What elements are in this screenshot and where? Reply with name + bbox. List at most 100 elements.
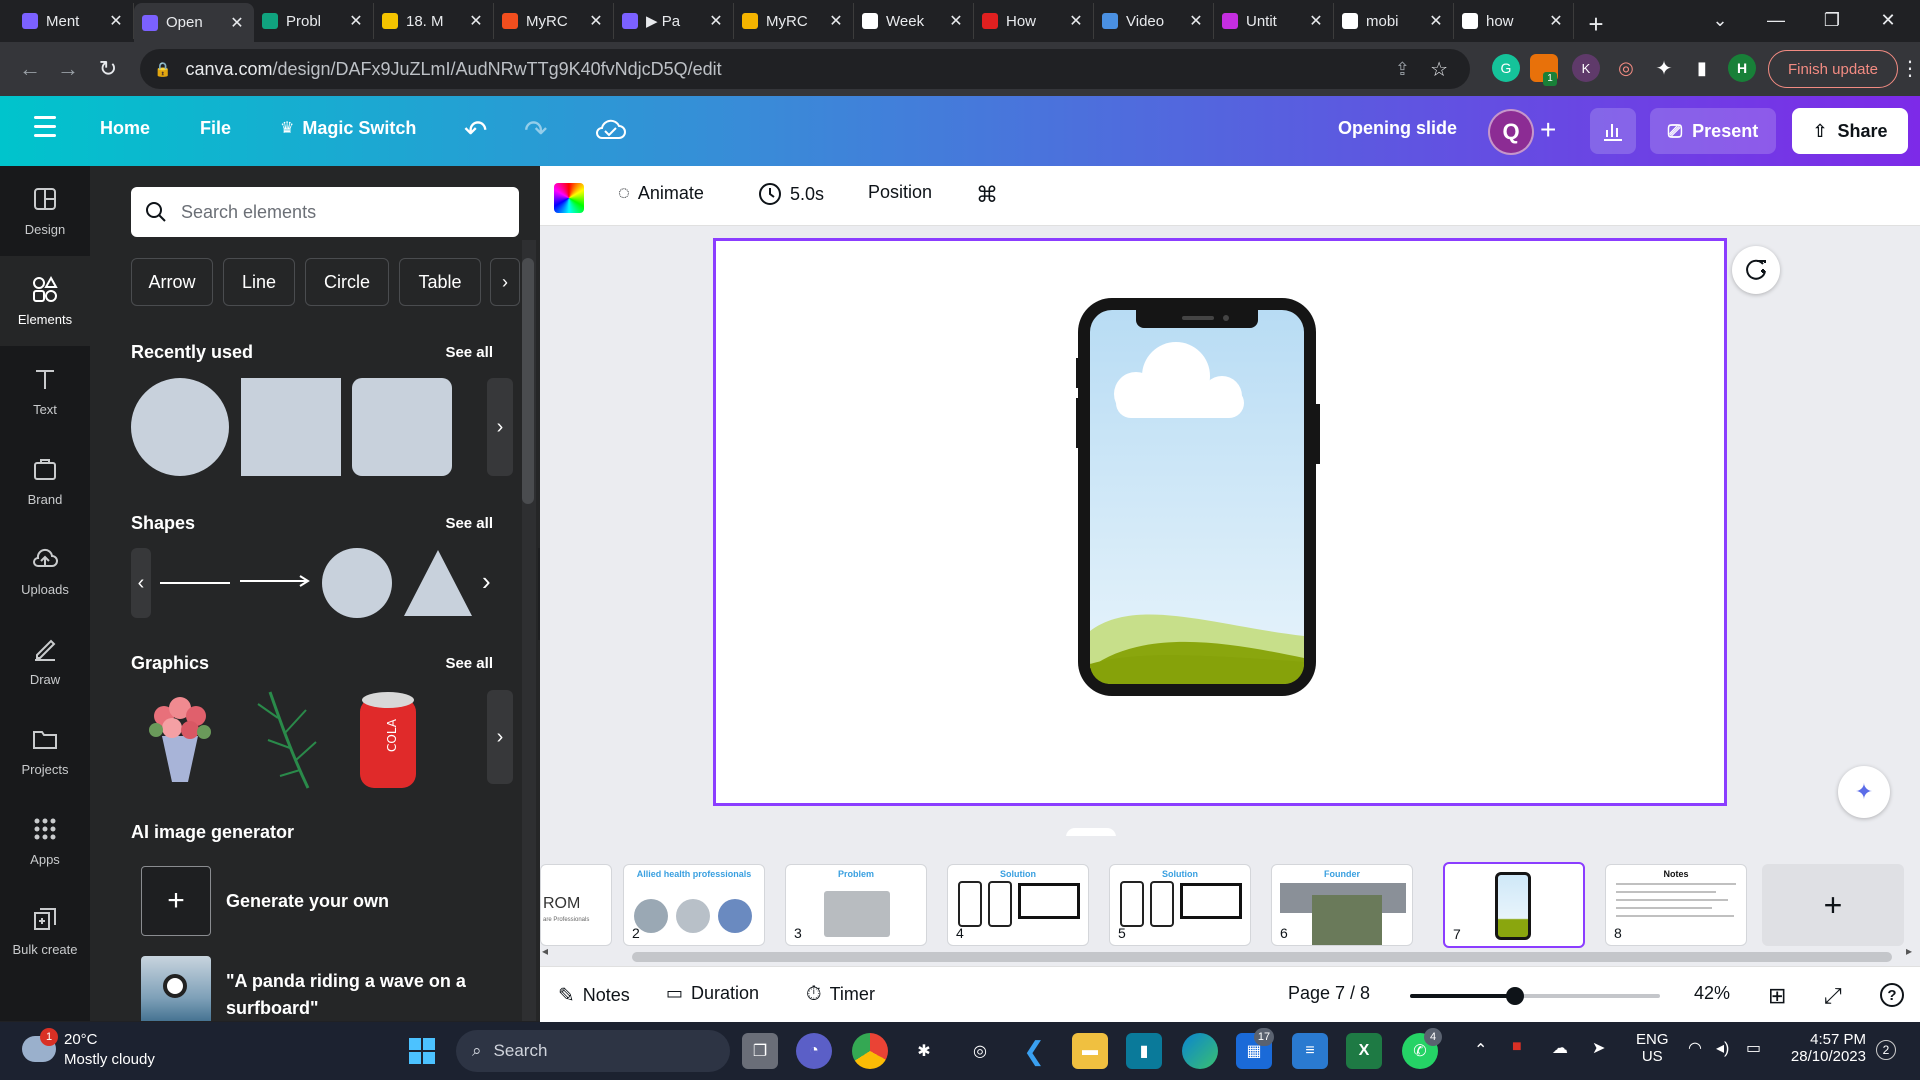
chip-arrow[interactable]: Arrow xyxy=(131,258,213,306)
shapes-next-icon[interactable]: › xyxy=(482,566,491,597)
browser-tab[interactable]: ▶ Pa ✕ xyxy=(614,3,734,39)
chip-circle[interactable]: Circle xyxy=(305,258,389,306)
browser-tab[interactable]: Video ✕ xyxy=(1094,3,1214,39)
rail-item-text[interactable]: Text xyxy=(0,346,90,436)
background-color-icon[interactable] xyxy=(554,183,584,213)
browser-tab[interactable]: How ✕ xyxy=(974,3,1094,39)
grammarly-icon[interactable]: G xyxy=(1492,54,1520,82)
flower-bouquet-graphic[interactable] xyxy=(140,686,220,786)
browser-tab[interactable]: 18. M ✕ xyxy=(374,3,494,39)
file-menu-button[interactable]: File xyxy=(200,118,231,139)
undo-icon[interactable]: ↶ xyxy=(464,114,487,147)
tab-search-icon[interactable]: ⌄ xyxy=(1692,0,1748,40)
chrome-menu-icon[interactable]: ⋮ xyxy=(1900,56,1920,81)
weather-desc[interactable]: Mostly cloudy xyxy=(64,1051,155,1068)
teams-chat-icon[interactable]: ◔ xyxy=(796,1033,832,1069)
add-collaborator-icon[interactable]: + xyxy=(1540,114,1556,146)
excel-icon[interactable]: X xyxy=(1346,1033,1382,1069)
share-page-icon[interactable]: ⇪ xyxy=(1395,59,1410,80)
rail-item-elements[interactable]: Elements xyxy=(0,256,90,346)
new-tab-button[interactable]: + xyxy=(1574,6,1618,42)
clock-area[interactable]: 4:57 PM 28/10/2023 xyxy=(1786,1031,1866,1065)
duration-button[interactable]: 5.0s xyxy=(758,182,824,206)
notes-button[interactable]: ✎ Notes xyxy=(558,983,630,1008)
reload-icon[interactable]: ↻ xyxy=(88,56,128,82)
forward-icon[interactable]: → xyxy=(48,56,88,82)
tab-close-icon[interactable]: ✕ xyxy=(947,11,965,31)
rail-item-bulk-create[interactable]: Bulk create xyxy=(0,886,90,976)
tab-close-icon[interactable]: ✕ xyxy=(1187,11,1205,31)
browser-tab[interactable]: Week ✕ xyxy=(854,3,974,39)
file-explorer-icon[interactable]: ▬ xyxy=(1072,1033,1108,1069)
browser-tab[interactable]: Open ✕ xyxy=(134,3,254,42)
panda-surfing-thumbnail[interactable] xyxy=(141,956,211,1021)
rail-item-projects[interactable]: Projects xyxy=(0,706,90,796)
shape-triangle[interactable] xyxy=(402,548,474,618)
back-icon[interactable]: ← xyxy=(10,56,50,82)
browser-tab[interactable]: Ment ✕ xyxy=(14,3,134,39)
rail-item-brand[interactable]: Brand xyxy=(0,436,90,526)
side-panel-icon[interactable]: ▮ xyxy=(1688,54,1716,82)
spider-app-icon[interactable]: ✱ xyxy=(906,1033,942,1069)
edge-browser-icon[interactable] xyxy=(1182,1033,1218,1069)
paint-format-icon[interactable]: ⌘ xyxy=(976,182,998,208)
terminal-app-icon[interactable]: ▮ xyxy=(1126,1033,1162,1069)
chip-line[interactable]: Line xyxy=(223,258,295,306)
tab-close-icon[interactable]: ✕ xyxy=(107,11,125,31)
filmstrip-scroll-left-icon[interactable]: ◂ xyxy=(542,944,548,958)
chrome-taskbar-icon[interactable] xyxy=(852,1033,888,1069)
present-button[interactable]: ⎚ Present xyxy=(1650,108,1776,154)
bookmark-star-icon[interactable]: ☆ xyxy=(1430,57,1448,82)
graphics-see-all[interactable]: See all xyxy=(445,655,493,672)
chips-next-icon[interactable]: › xyxy=(490,258,520,306)
minimize-button[interactable]: — xyxy=(1748,0,1804,40)
wifi-icon[interactable]: ◠ xyxy=(1688,1038,1702,1058)
start-windows-icon[interactable] xyxy=(404,1033,440,1069)
home-button[interactable]: Home xyxy=(100,118,150,139)
magic-switch-button[interactable]: ♛ Magic Switch xyxy=(280,118,416,139)
page-thumb-5[interactable]: Solution 5 xyxy=(1109,864,1251,946)
panda-prompt[interactable]: "A panda riding a wave on a surfboard" xyxy=(226,968,466,1021)
page-thumb-3[interactable]: Problem 3 xyxy=(785,864,927,946)
battery-icon[interactable]: ▭ xyxy=(1746,1038,1761,1058)
help-icon[interactable]: ? xyxy=(1880,983,1904,1007)
notepad-icon[interactable]: ≡ xyxy=(1292,1033,1328,1069)
page-indicator[interactable]: Page 7 / 8 xyxy=(1288,983,1370,1004)
page-thumb-4[interactable]: Solution 4 xyxy=(947,864,1089,946)
tab-close-icon[interactable]: ✕ xyxy=(347,11,365,31)
magic-sparkle-icon[interactable]: ✦ xyxy=(1838,766,1890,818)
screen-record-icon[interactable]: ◎ xyxy=(1612,54,1640,82)
page-thumb-7[interactable]: 7 xyxy=(1443,862,1585,948)
search-elements-input[interactable]: Search elements xyxy=(131,187,519,237)
restore-button[interactable]: ❐ xyxy=(1804,0,1860,40)
volume-icon[interactable]: ◂) xyxy=(1716,1038,1729,1058)
task-view-icon[interactable]: ❐ xyxy=(742,1033,778,1069)
zoom-slider-knob[interactable] xyxy=(1506,987,1524,1005)
tab-close-icon[interactable]: ✕ xyxy=(587,11,605,31)
recent-next-icon[interactable]: › xyxy=(487,378,513,476)
add-page-button[interactable]: + xyxy=(1762,864,1904,946)
tab-close-icon[interactable]: ✕ xyxy=(1427,11,1445,31)
chip-table[interactable]: Table xyxy=(399,258,481,306)
rail-item-draw[interactable]: Draw xyxy=(0,616,90,706)
taskbar-search-input[interactable]: ⌕ Search xyxy=(456,1030,730,1072)
extension-k-icon[interactable]: K xyxy=(1572,54,1600,82)
generate-plus-icon[interactable]: + xyxy=(141,866,211,936)
insights-chart-icon[interactable] xyxy=(1590,108,1636,154)
page-thumb-6[interactable]: Founder 6 xyxy=(1271,864,1413,946)
rail-item-apps[interactable]: Apps xyxy=(0,796,90,886)
tab-close-icon[interactable]: ✕ xyxy=(707,11,725,31)
tab-close-icon[interactable]: ✕ xyxy=(1067,11,1085,31)
recent-square-shape[interactable] xyxy=(241,378,341,476)
recent-rounded-square-shape[interactable] xyxy=(352,378,452,476)
hamburger-menu-icon[interactable] xyxy=(34,116,56,137)
tab-close-icon[interactable]: ✕ xyxy=(228,13,246,33)
generate-your-own-label[interactable]: Generate your own xyxy=(226,891,389,912)
green-branch-graphic[interactable] xyxy=(250,690,330,790)
tab-close-icon[interactable]: ✕ xyxy=(827,11,845,31)
tab-close-icon[interactable]: ✕ xyxy=(1547,11,1565,31)
obs-app-icon[interactable]: ◎ xyxy=(962,1033,998,1069)
filmstrip-scroll-right-icon[interactable]: ▸ xyxy=(1906,944,1912,958)
browser-tab[interactable]: MyRC ✕ xyxy=(494,3,614,39)
slide-canvas[interactable] xyxy=(713,238,1727,806)
